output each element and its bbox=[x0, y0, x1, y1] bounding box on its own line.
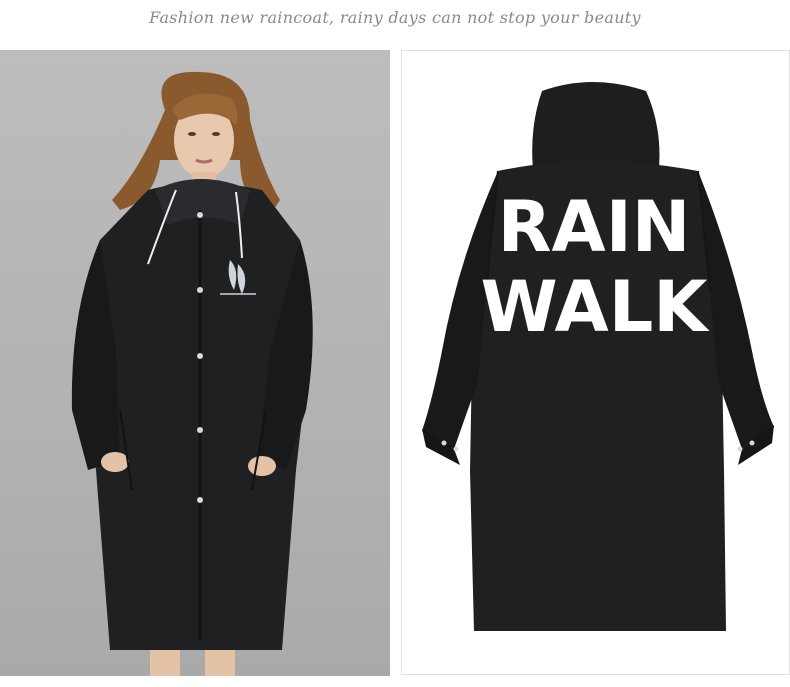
coat-back-photo: RAIN WALK bbox=[401, 50, 790, 675]
headline: Fashion new raincoat, rainy days can not… bbox=[149, 8, 641, 27]
coat-back-illustration: RAIN WALK bbox=[422, 82, 774, 631]
print-line-walk: WALK bbox=[480, 266, 710, 348]
print-line-rain: RAIN bbox=[498, 186, 691, 268]
model-illustration bbox=[71, 71, 313, 676]
model-photo bbox=[0, 50, 390, 676]
